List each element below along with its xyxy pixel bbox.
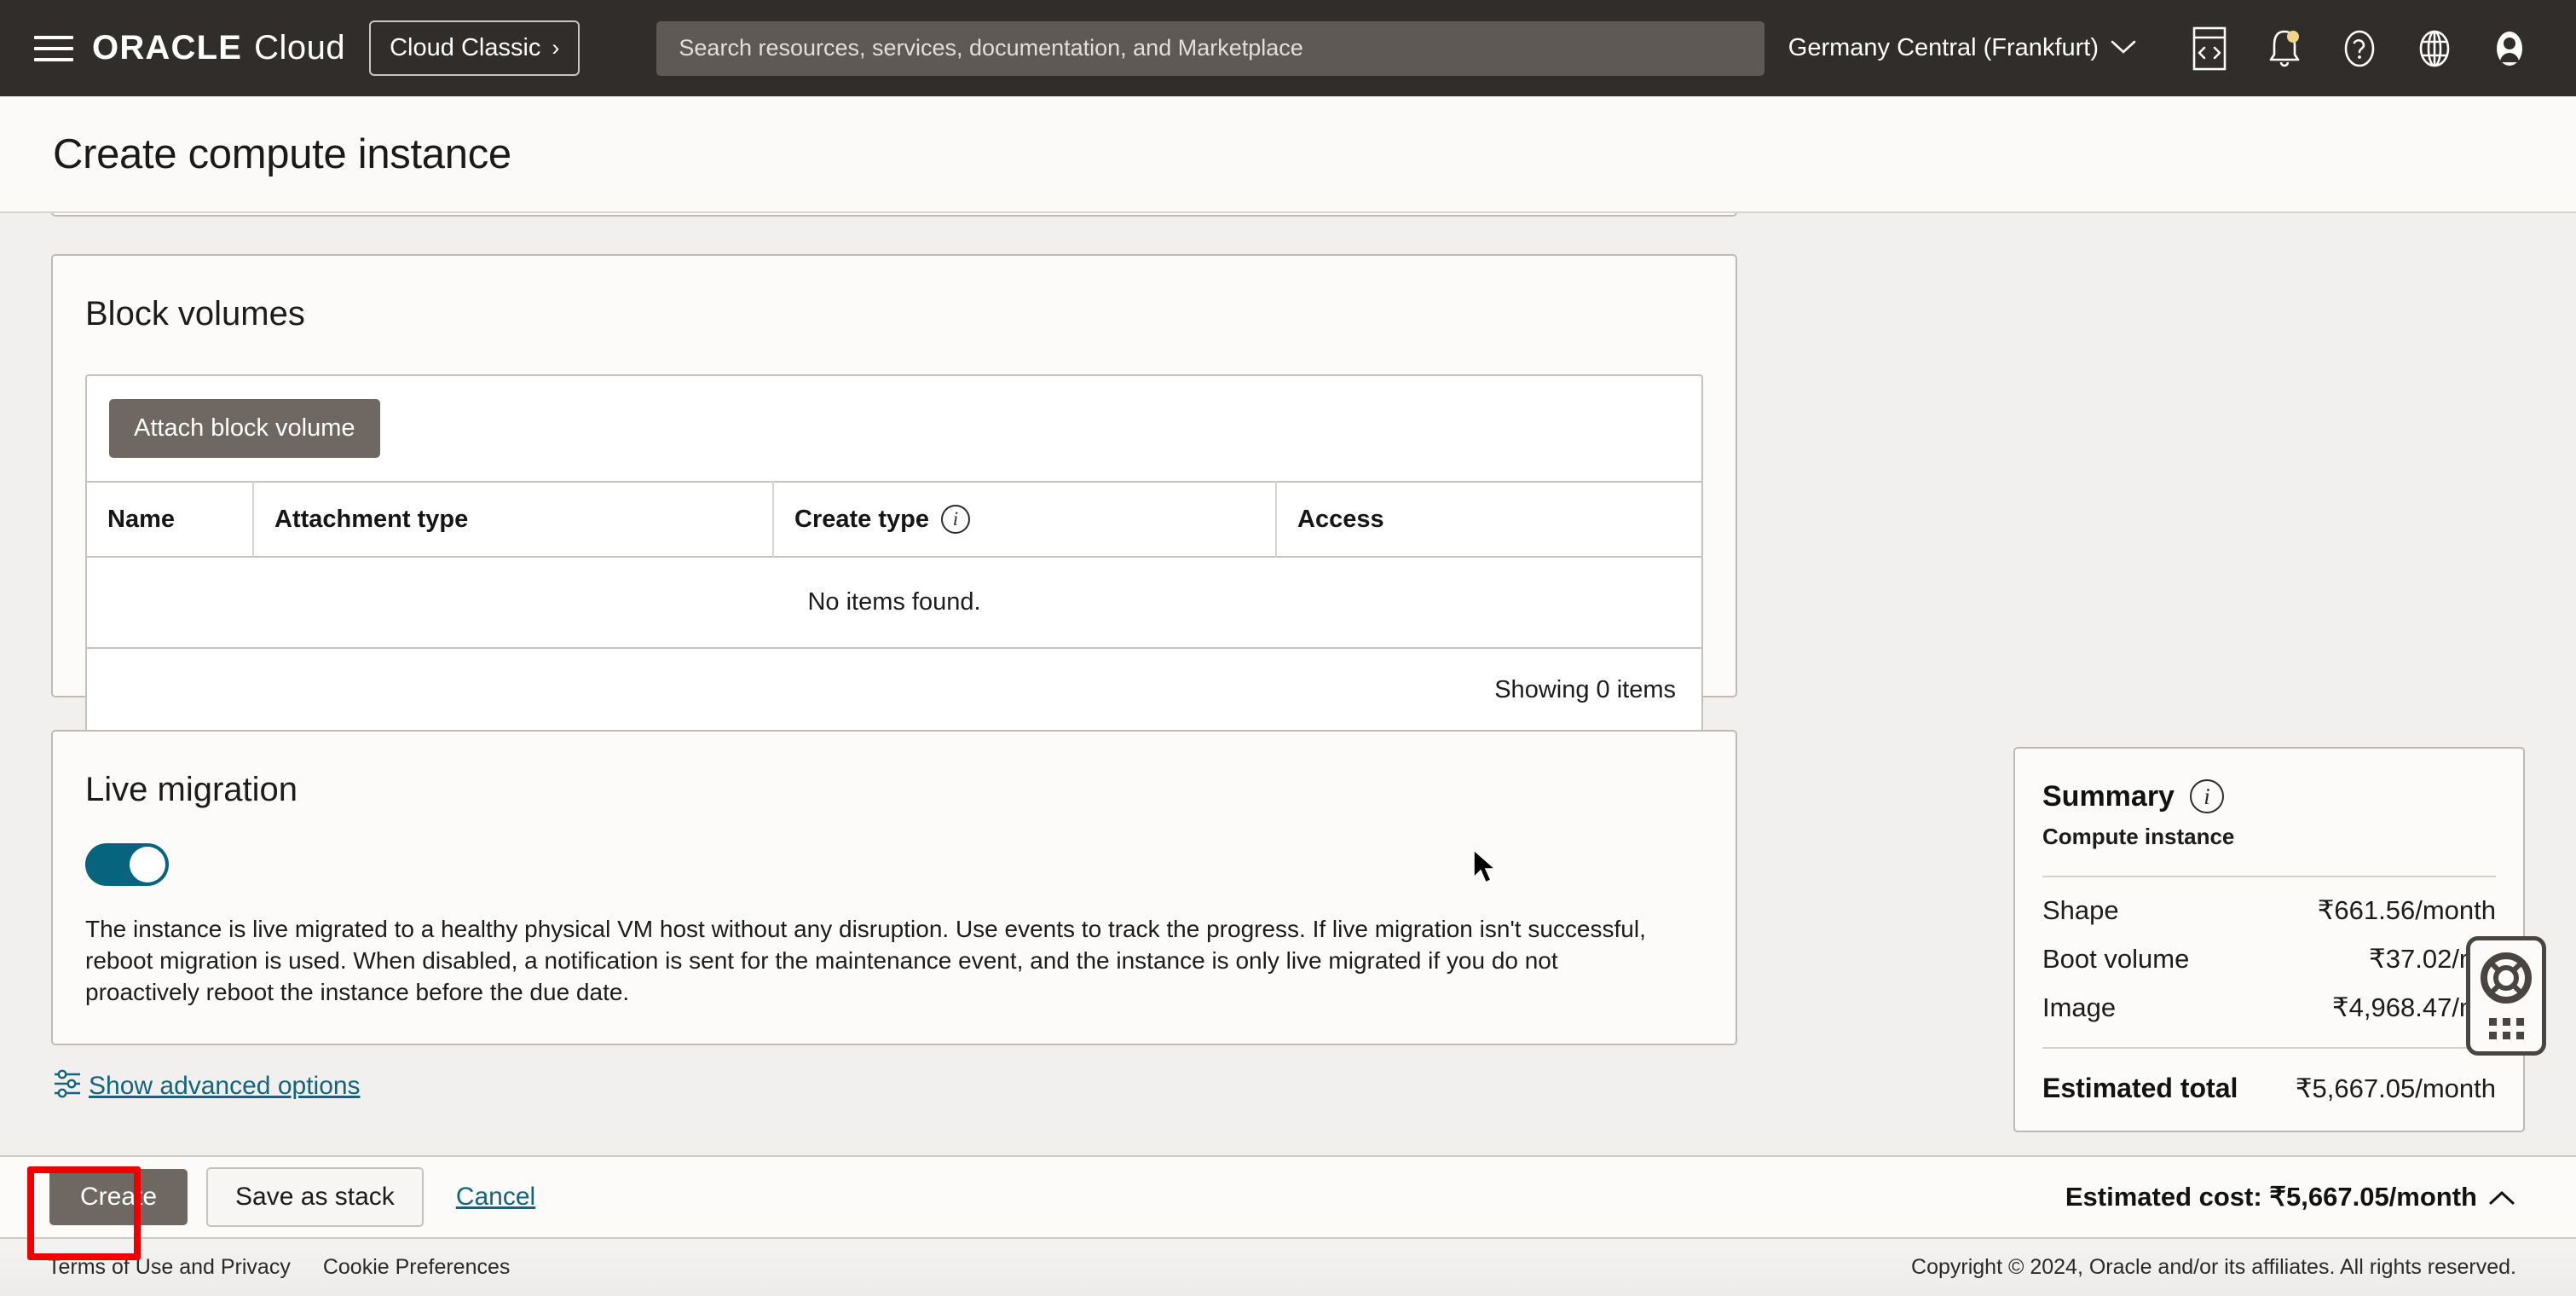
table-header-row: Name Attachment type Create type i Acces… <box>87 481 1701 557</box>
column-label: Create type <box>794 505 929 533</box>
summary-subtitle: Compute instance <box>2042 824 2235 849</box>
live-migration-toggle[interactable] <box>85 843 169 886</box>
show-advanced-options-link[interactable]: Show advanced options <box>53 1067 361 1104</box>
copyright-text: Copyright © 2024, Oracle and/or its affi… <box>1911 1255 2516 1279</box>
top-navigation-bar: ORACLE Cloud Cloud Classic › Germany Cen… <box>0 0 2576 96</box>
estimated-cost-label: Estimated cost: ₹5,667.05/month <box>2065 1182 2477 1212</box>
column-header-create-type: Create type i <box>773 481 1277 557</box>
column-label: Attachment type <box>274 505 469 533</box>
block-volumes-title: Block volumes <box>85 295 305 333</box>
bottom-action-bar: Create Save as stack Cancel Estimated co… <box>0 1155 2576 1239</box>
column-header-access: Access <box>1276 481 1701 557</box>
page-footer: Terms of Use and Privacy Cookie Preferen… <box>0 1239 2576 1296</box>
summary-row: Image ₹4,968.47/mo <box>2042 975 2496 1023</box>
help-question-icon[interactable] <box>2337 26 2382 71</box>
page-title: Create compute instance <box>53 130 511 177</box>
estimated-cost-toggle[interactable]: Estimated cost: ₹5,667.05/month <box>2065 1182 2527 1212</box>
info-icon[interactable]: i <box>2189 779 2224 813</box>
summary-row-label: Shape <box>2042 895 2119 925</box>
lifesaver-help-icon[interactable] <box>2481 952 2532 1008</box>
brand-cloud-text: Cloud <box>254 29 346 67</box>
search-input[interactable] <box>679 35 1743 61</box>
create-button[interactable]: Create <box>49 1169 188 1225</box>
summary-panel: Summary i Compute instance Shape ₹661.56… <box>2013 747 2525 1132</box>
table-empty-row: No items found. <box>87 556 1701 648</box>
chevron-right-icon: › <box>552 35 560 61</box>
estimated-total-label: Estimated total <box>2042 1073 2238 1103</box>
topbar-right-cluster: Germany Central (Frankfurt) <box>1788 26 2554 71</box>
footer-links: Terms of Use and Privacy Cookie Preferen… <box>48 1255 510 1280</box>
block-volumes-table: Name Attachment type Create type i Acces… <box>87 481 1701 732</box>
notifications-bell-icon[interactable] <box>2262 26 2307 71</box>
block-volumes-toolbar: Attach block volume <box>87 376 1701 481</box>
column-label: Access <box>1297 505 1384 533</box>
table-footer-row: Showing 0 items <box>87 647 1701 732</box>
brand-oracle-text: ORACLE <box>92 29 243 67</box>
cloud-shell-icon[interactable] <box>2187 26 2232 71</box>
live-migration-description: The instance is live migrated to a healt… <box>85 916 1646 1006</box>
terms-of-use-link[interactable]: Terms of Use and Privacy <box>48 1255 291 1280</box>
dot-grid-drag-handle[interactable] <box>2488 1018 2524 1039</box>
item-count-text: Showing 0 items <box>87 647 1701 732</box>
block-volumes-card: Block volumes Attach block volume Name A… <box>51 254 1737 733</box>
chevron-up-icon <box>2489 1182 2515 1212</box>
chevron-down-icon <box>2111 34 2136 62</box>
cloud-classic-button[interactable]: Cloud Classic › <box>369 20 580 76</box>
info-icon[interactable]: i <box>940 505 970 534</box>
hamburger-menu-icon[interactable] <box>34 29 73 68</box>
oracle-cloud-logo: ORACLE Cloud <box>92 29 345 67</box>
cookie-preferences-link[interactable]: Cookie Preferences <box>323 1255 511 1280</box>
language-globe-icon[interactable] <box>2412 26 2457 71</box>
global-search-box[interactable] <box>656 20 1765 76</box>
toggle-knob <box>130 847 165 882</box>
column-header-attachment-type: Attachment type <box>253 481 774 557</box>
page-header: Create compute instance <box>0 96 2576 213</box>
live-migration-title: Live migration <box>85 771 298 808</box>
summary-header: Summary i <box>2042 779 2496 813</box>
sliders-icon <box>53 1067 82 1104</box>
summary-row: Boot volume ₹37.02/mo <box>2042 926 2496 975</box>
region-selector[interactable]: Germany Central (Frankfurt) <box>1788 34 2136 62</box>
block-volumes-table-panel: Attach block volume Name Attachment type <box>85 374 1703 733</box>
save-as-stack-button[interactable]: Save as stack <box>206 1167 424 1227</box>
column-header-name: Name <box>87 481 254 557</box>
summary-row: Shape ₹661.56/month <box>2042 877 2496 926</box>
summary-row-value: ₹661.56/month <box>2317 895 2496 925</box>
cancel-link[interactable]: Cancel <box>456 1183 535 1212</box>
summary-row-label: Image <box>2042 992 2117 1022</box>
region-label: Germany Central (Frankfurt) <box>1788 34 2099 61</box>
attach-block-volume-button[interactable]: Attach block volume <box>109 399 380 458</box>
summary-row-label: Boot volume <box>2042 944 2190 974</box>
empty-state-text: No items found. <box>87 556 1701 648</box>
summary-total-row: Estimated total ₹5,667.05/month <box>2042 1049 2496 1104</box>
user-avatar-icon[interactable] <box>2487 26 2532 71</box>
help-widget[interactable] <box>2466 936 2546 1056</box>
estimated-total-value: ₹5,667.05/month <box>2295 1073 2496 1103</box>
cloud-classic-label: Cloud Classic <box>390 34 541 61</box>
previous-section-card-partial <box>51 213 1737 217</box>
live-migration-card: Live migration The instance is live migr… <box>51 730 1737 1045</box>
summary-title: Summary <box>2042 779 2175 813</box>
show-advanced-options-label: Show advanced options <box>89 1071 361 1100</box>
column-label: Name <box>107 505 175 533</box>
